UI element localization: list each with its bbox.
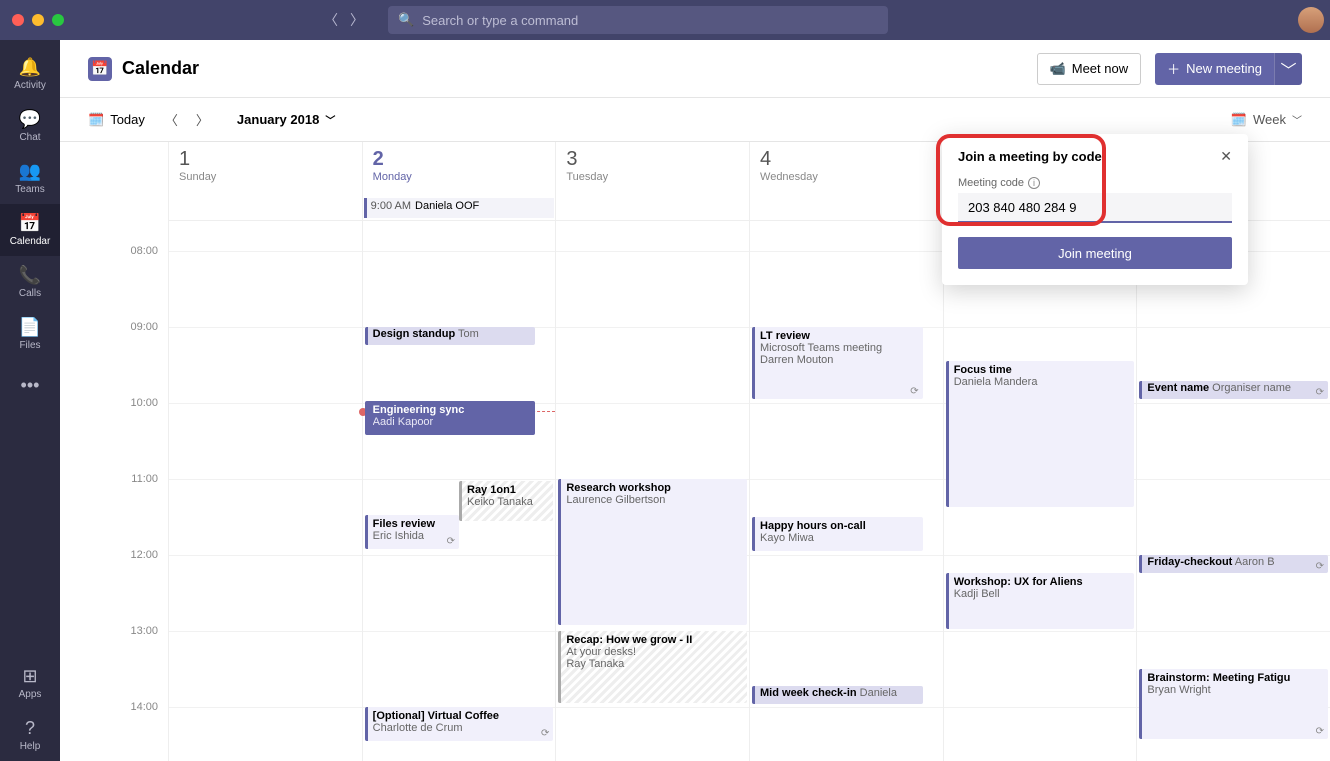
day-header-tue: 3Tuesday [555, 142, 749, 197]
rail-chat[interactable]: 💬Chat [0, 100, 60, 152]
next-week-button[interactable]: 〉 [196, 110, 209, 129]
nav-arrows: 〈 〉 [324, 10, 364, 30]
chat-icon: 💬 [19, 109, 41, 130]
rail-activity[interactable]: 🔔Activity [0, 48, 60, 100]
day-col-sun[interactable] [168, 221, 362, 761]
maximize-window[interactable] [52, 14, 64, 26]
phone-icon: 📞 [19, 265, 41, 286]
day-header-sun: 1Sunday [168, 142, 362, 197]
minimize-window[interactable] [32, 14, 44, 26]
calendar-view-icon: 🗓️ [1231, 112, 1247, 128]
rail-teams[interactable]: 👥Teams [0, 152, 60, 204]
recur-icon: ⟳ [447, 536, 455, 547]
new-meeting-button[interactable]: ＋ New meeting [1155, 53, 1274, 85]
rail-calendar[interactable]: 📅Calendar [0, 204, 60, 256]
titlebar: 〈 〉 🔍 Search or type a command [0, 0, 1330, 40]
event-friday-checkout[interactable]: Friday-checkout Aaron B ⟳ [1139, 555, 1328, 573]
chevron-down-icon: ﹀ [1280, 57, 1296, 81]
chevron-down-icon: ﹀ [325, 112, 335, 127]
day-col-wed[interactable]: LT reviewMicrosoft Teams meetingDarren M… [749, 221, 943, 761]
event-design-standup[interactable]: Design standup Tom [365, 327, 536, 345]
day-header-wed: 4Wednesday [749, 142, 943, 197]
close-icon: ✕ [1220, 148, 1232, 164]
help-icon: ? [25, 718, 35, 739]
allday-event-daniela-oof[interactable]: 9:00 AMDaniela OOF [364, 198, 555, 218]
nav-back-icon[interactable]: 〈 [324, 10, 338, 30]
event-ray-1on1[interactable]: Ray 1on1Keiko Tanaka [459, 481, 553, 521]
recur-icon: ⟳ [541, 728, 549, 739]
popover-close-button[interactable]: ✕ [1220, 148, 1232, 165]
event-lt-review[interactable]: LT reviewMicrosoft Teams meetingDarren M… [752, 327, 923, 399]
close-window[interactable] [12, 14, 24, 26]
recur-icon: ⟳ [1316, 387, 1324, 398]
plus-icon: ＋ [1167, 59, 1180, 78]
allday-tue[interactable] [555, 197, 749, 221]
meeting-code-input[interactable] [958, 193, 1232, 223]
month-picker[interactable]: January 2018 ﹀ [237, 112, 335, 127]
file-icon: 📄 [19, 317, 41, 338]
bell-icon: 🔔 [19, 57, 41, 78]
rail-more[interactable]: ••• [0, 360, 60, 412]
recur-icon: ⟳ [910, 386, 918, 397]
meet-now-button[interactable]: 📹 Meet now [1037, 53, 1142, 85]
search-bar[interactable]: 🔍 Search or type a command [388, 6, 888, 34]
event-happy-hours[interactable]: Happy hours on-callKayo Miwa [752, 517, 923, 551]
event-files-review[interactable]: Files reviewEric Ishida ⟳ [365, 515, 459, 549]
event-workshop-ux[interactable]: Workshop: UX for AliensKadji Bell [946, 573, 1135, 629]
popover-title: Join a meeting by code [958, 149, 1102, 164]
event-recap[interactable]: Recap: How we grow - IIAt your desks!Ray… [558, 631, 747, 703]
calendar-header-icon: 📅 [88, 57, 112, 81]
more-icon: ••• [21, 375, 40, 396]
day-col-mon[interactable]: Design standup Tom Engineering syncAadi … [362, 221, 556, 761]
event-research-workshop[interactable]: Research workshopLaurence Gilbertson [558, 479, 747, 625]
allday-sun[interactable] [168, 197, 362, 221]
allday-wed[interactable] [749, 197, 943, 221]
event-brainstorm[interactable]: Brainstorm: Meeting FatiguBryan Wright ⟳ [1139, 669, 1328, 739]
rail-calls[interactable]: 📞Calls [0, 256, 60, 308]
teams-icon: 👥 [19, 161, 41, 182]
today-button[interactable]: 🗓️ Today [88, 112, 145, 128]
day-col-tue[interactable]: Research workshopLaurence Gilbertson Rec… [555, 221, 749, 761]
meeting-code-label: Meeting code i [958, 177, 1232, 189]
event-event-name[interactable]: Event name Organiser name ⟳ [1139, 381, 1328, 399]
chevron-down-icon: ﹀ [1292, 112, 1302, 127]
day-header-mon: 2Monday [362, 142, 556, 197]
event-virtual-coffee[interactable]: [Optional] Virtual CoffeeCharlotte de Cr… [365, 707, 554, 741]
search-icon: 🔍 [398, 12, 414, 28]
join-meeting-popover: Join a meeting by code ✕ Meeting code i … [942, 134, 1248, 285]
event-focus-time[interactable]: Focus timeDaniela Mandera [946, 361, 1135, 507]
apps-icon: ⊞ [22, 666, 37, 687]
new-meeting-dropdown[interactable]: ﹀ [1274, 53, 1302, 85]
calendar-today-icon: 🗓️ [88, 112, 104, 128]
page-title: Calendar [122, 58, 199, 79]
window-controls [12, 14, 64, 26]
nav-forward-icon[interactable]: 〉 [350, 10, 364, 30]
video-icon: 📹 [1050, 61, 1066, 77]
page-header: 📅 Calendar 📹 Meet now ＋ New meeting ﹀ [60, 40, 1330, 98]
new-meeting-split: ＋ New meeting ﹀ [1155, 53, 1302, 85]
rail-files[interactable]: 📄Files [0, 308, 60, 360]
info-icon[interactable]: i [1028, 177, 1040, 189]
time-gutter: 08:00 09:00 10:00 11:00 12:00 13:00 14:0… [60, 221, 168, 761]
day-col-thu[interactable]: Focus timeDaniela Mandera Workshop: UX f… [943, 221, 1137, 761]
event-mid-week-checkin[interactable]: Mid week check-in Daniela [752, 686, 923, 704]
recur-icon: ⟳ [1316, 726, 1324, 737]
join-meeting-button[interactable]: Join meeting [958, 237, 1232, 269]
rail-apps[interactable]: ⊞Apps [0, 657, 60, 709]
left-rail: 🔔Activity 💬Chat 👥Teams 📅Calendar 📞Calls … [0, 40, 60, 761]
view-switch[interactable]: 🗓️ Week ﹀ [1231, 112, 1302, 128]
user-avatar[interactable] [1298, 7, 1324, 33]
prev-week-button[interactable]: 〈 [165, 110, 178, 129]
search-placeholder: Search or type a command [422, 13, 578, 28]
event-engineering-sync[interactable]: Engineering syncAadi Kapoor [365, 401, 536, 435]
recur-icon: ⟳ [1316, 561, 1324, 572]
allday-mon[interactable]: 9:00 AMDaniela OOF [362, 197, 556, 221]
calendar-icon: 📅 [19, 213, 41, 234]
rail-help[interactable]: ?Help [0, 709, 60, 761]
day-col-fri[interactable]: Event name Organiser name ⟳ Friday-check… [1136, 221, 1330, 761]
